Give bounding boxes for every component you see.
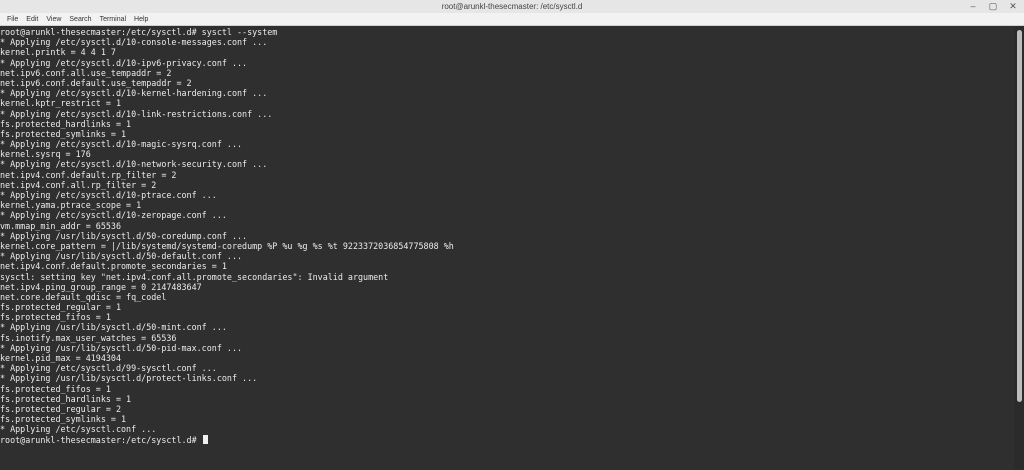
menu-search[interactable]: Search — [65, 13, 95, 26]
terminal-line: vm.mmap_min_addr = 65536 — [0, 220, 122, 231]
terminal-line: * Applying /etc/sysctl.d/10-network-secu… — [0, 159, 268, 170]
terminal-line: * Applying /etc/sysctl.d/10-console-mess… — [0, 37, 268, 48]
terminal-line: kernel.yama.ptrace_scope = 1 — [0, 200, 142, 211]
menu-bar: File Edit View Search Terminal Help — [0, 13, 1024, 26]
terminal-line: * Applying /etc/sysctl.d/10-ipv6-privacy… — [0, 57, 248, 68]
terminal-prompt-line: root@arunkl-thesecmaster:/etc/sysctl.d# — [0, 434, 1014, 445]
terminal-line: net.ipv6.conf.default.use_tempaddr = 2 — [0, 77, 192, 88]
terminal-line: * Applying /etc/sysctl.d/10-zeropage.con… — [0, 210, 227, 221]
terminal-output[interactable]: root@arunkl-thesecmaster:/etc/sysctl.d# … — [0, 27, 1014, 470]
terminal-line: fs.protected_regular = 2 — [0, 403, 122, 414]
terminal-line: * Applying /etc/sysctl.d/10-ptrace.conf … — [0, 190, 217, 200]
minimize-icon[interactable]: – — [968, 0, 978, 13]
terminal-line: fs.protected_hardlinks = 1 — [0, 393, 132, 404]
terminal-line: * Applying /usr/lib/sysctl.d/50-default.… — [0, 251, 243, 262]
menu-help[interactable]: Help — [130, 13, 152, 26]
terminal-line: sysctl: setting key "net.ipv4.conf.all.p… — [0, 271, 389, 282]
terminal-cursor — [202, 434, 208, 444]
terminal-line: * Applying /etc/sysctl.conf ... — [0, 424, 157, 435]
terminal-line: net.ipv6.conf.all.use_tempaddr = 2 — [0, 67, 172, 78]
menu-terminal[interactable]: Terminal — [96, 13, 130, 26]
maximize-icon[interactable]: ▢ — [988, 0, 998, 13]
terminal-line: * Applying /etc/sysctl.d/99-sysctl.conf … — [0, 363, 217, 374]
terminal-line: fs.protected_hardlinks = 1 — [0, 118, 132, 129]
terminal-line: net.ipv4.conf.default.promote_secondarie… — [0, 261, 227, 272]
terminal-line: net.core.default_qdisc = fq_codel — [0, 291, 167, 302]
close-icon[interactable]: ✕ — [1008, 0, 1018, 13]
menu-file[interactable]: File — [3, 13, 22, 26]
terminal-line: net.ipv4.ping_group_range = 0 2147483647 — [0, 281, 202, 292]
scrollbar[interactable] — [1014, 27, 1024, 470]
terminal-line: * Applying /etc/sysctl.d/10-magic-sysrq.… — [0, 139, 243, 150]
terminal-line: kernel.core_pattern = |/lib/systemd/syst… — [0, 240, 454, 251]
scrollbar-thumb[interactable] — [1017, 30, 1022, 402]
terminal-line: root@arunkl-thesecmaster:/etc/sysctl.d# … — [0, 27, 278, 37]
terminal-line: fs.inotify.max_user_watches = 65536 — [0, 332, 177, 343]
terminal-line: * Applying /usr/lib/sysctl.d/50-pid-max.… — [0, 342, 243, 353]
terminal-line: kernel.sysrq = 176 — [0, 149, 91, 160]
terminal-line: kernel.printk = 4 4 1 7 — [0, 47, 116, 58]
terminal-line: fs.protected_fifos = 1 — [0, 383, 111, 394]
terminal-line: fs.protected_fifos = 1 — [0, 312, 111, 323]
menu-edit[interactable]: Edit — [22, 13, 42, 26]
terminal-line: fs.protected_symlinks = 1 — [0, 128, 127, 139]
terminal-line: * Applying /etc/sysctl.d/10-kernel-harde… — [0, 88, 268, 99]
menu-view[interactable]: View — [42, 13, 65, 26]
terminal-line: * Applying /usr/lib/sysctl.d/protect-lin… — [0, 373, 258, 384]
window-controls: – ▢ ✕ — [968, 0, 1018, 13]
terminal-line: kernel.pid_max = 4194304 — [0, 353, 122, 363]
terminal-line: * Applying /etc/sysctl.d/10-link-restric… — [0, 108, 273, 119]
terminal-line: net.ipv4.conf.default.rp_filter = 2 — [0, 169, 177, 180]
terminal-line: net.ipv4.conf.all.rp_filter = 2 — [0, 179, 157, 190]
window-title: root@arunkl-thesecmaster: /etc/sysctl.d — [441, 2, 583, 11]
title-bar[interactable]: root@arunkl-thesecmaster: /etc/sysctl.d … — [0, 0, 1024, 13]
terminal-line: kernel.kptr_restrict = 1 — [0, 98, 122, 109]
terminal-line: * Applying /usr/lib/sysctl.d/50-coredump… — [0, 230, 248, 241]
terminal-window: root@arunkl-thesecmaster: /etc/sysctl.d … — [0, 0, 1024, 470]
terminal-line: * Applying /usr/lib/sysctl.d/50-mint.con… — [0, 322, 227, 333]
terminal-line: fs.protected_symlinks = 1 — [0, 414, 127, 425]
terminal-line: fs.protected_regular = 1 — [0, 302, 122, 313]
